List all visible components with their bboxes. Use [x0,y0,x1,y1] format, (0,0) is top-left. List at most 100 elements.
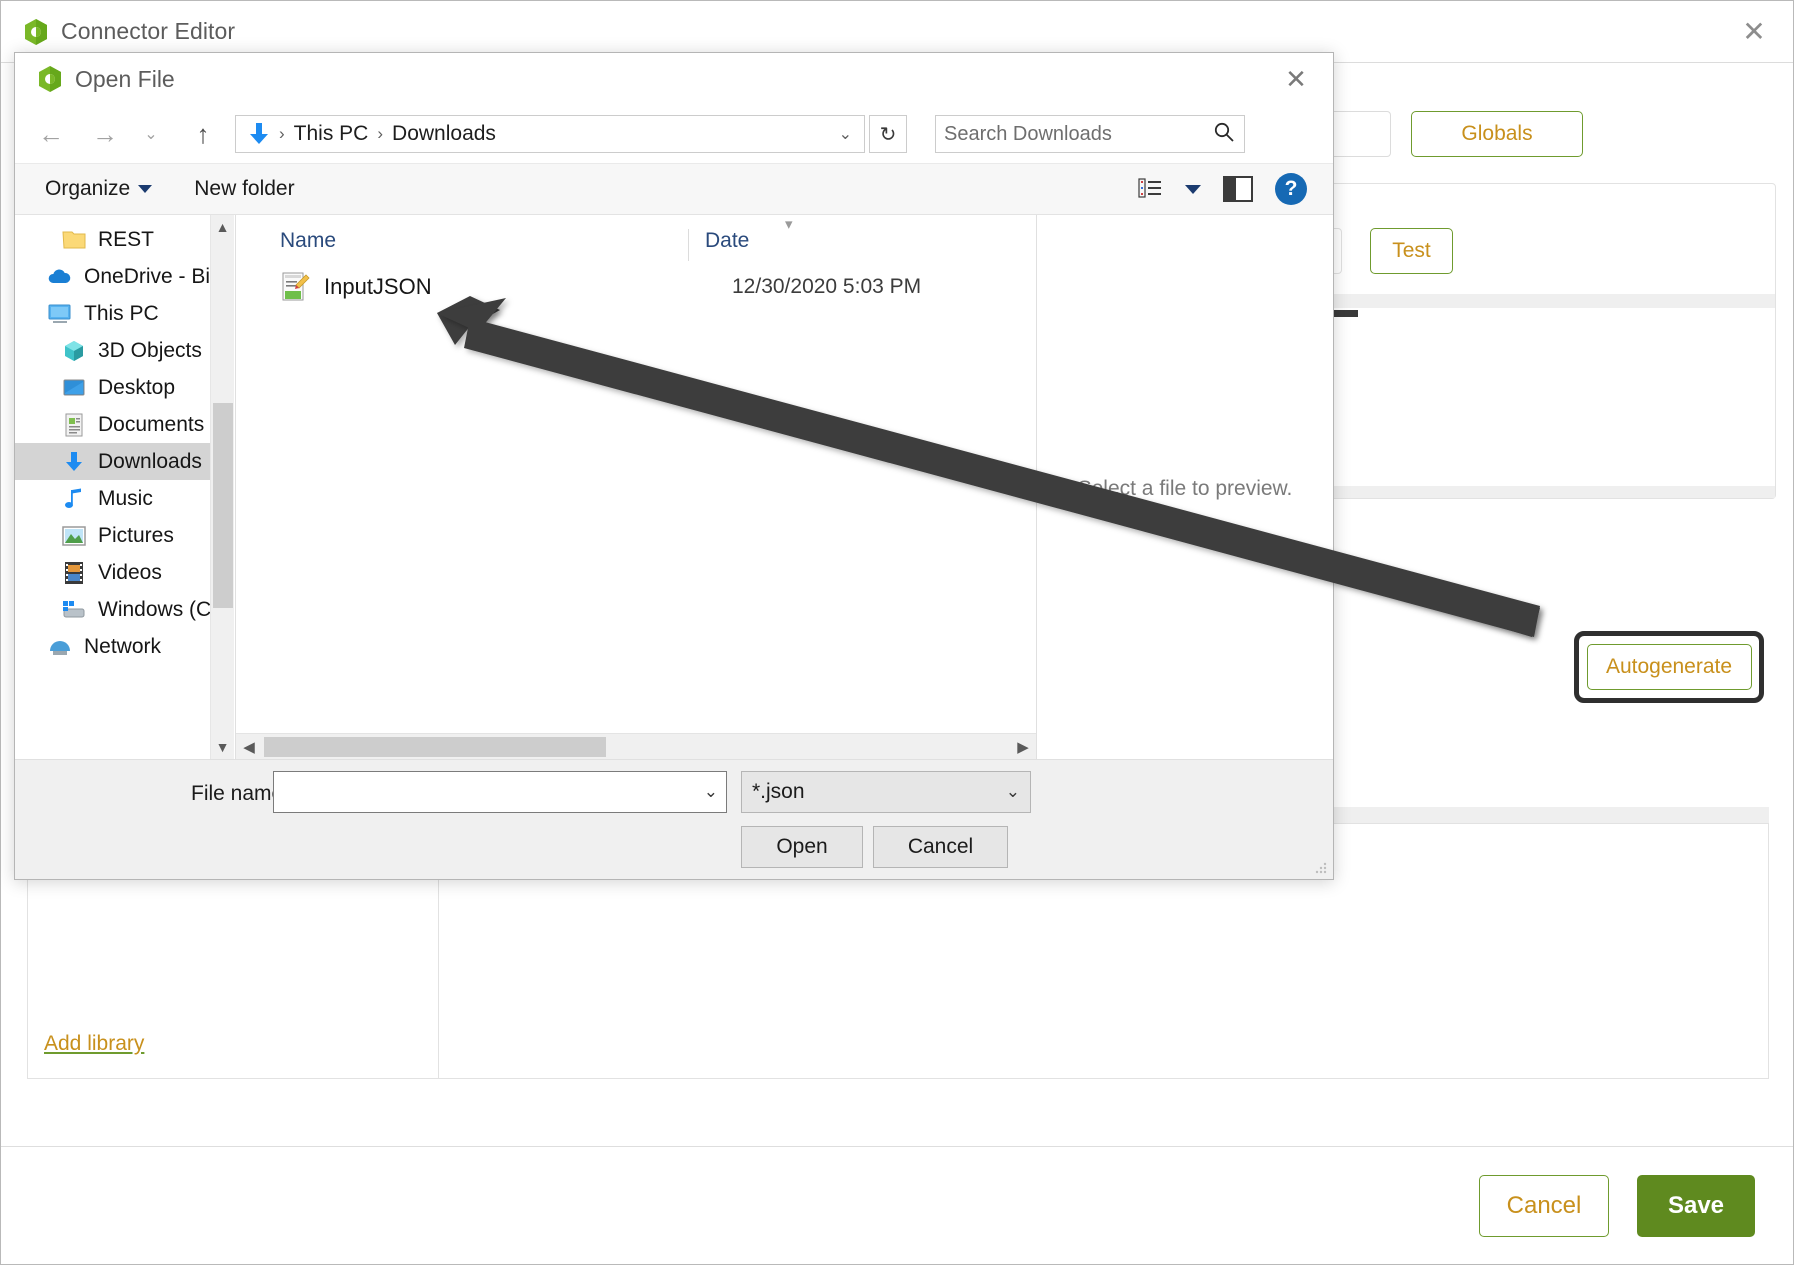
tree-item-label: Documents [98,412,205,436]
file-name-input[interactable]: ⌄ [273,771,727,813]
scroll-up-icon[interactable]: ▲ [211,215,234,239]
pictures-icon [61,523,87,549]
file-list-horizontal-scrollbar[interactable]: ◀ ▶ [236,733,1036,759]
tree-item-label: Desktop [98,375,176,399]
file-list-header: Name ▾ Date [236,215,1036,261]
dialog-commandbar: Organize New folder ? [15,163,1333,215]
tree-item-label: Pictures [98,523,174,547]
dialog-footer: File name: ⌄ *.json ⌄ Open Cancel [15,759,1333,879]
new-folder-button[interactable]: New folder [194,177,294,201]
view-layout-icon[interactable] [1137,176,1163,202]
folder-icon [61,227,87,253]
search-icon[interactable] [1212,120,1236,149]
tree-item-label: Network [84,634,162,658]
autogenerate-highlight: Autogenerate [1574,631,1764,703]
sort-indicator-icon: ▾ [785,216,793,233]
help-icon[interactable]: ? [1275,173,1307,205]
tree-item-3d-objects[interactable]: 3D Objects [15,332,210,369]
organize-menu-button[interactable]: Organize [45,177,153,201]
videos-icon [61,560,87,586]
tree-item-videos[interactable]: Videos [15,554,210,591]
chevron-down-icon[interactable]: ⌄ [704,782,718,802]
close-icon[interactable]: ✕ [1279,63,1313,97]
3d-objects-icon [61,338,87,364]
forward-icon[interactable]: → [87,116,123,152]
save-button[interactable]: Save [1637,1174,1755,1237]
breadcrumb[interactable]: › This PC › Downloads ⌄ [235,115,865,153]
search-input[interactable]: Search Downloads [935,115,1245,153]
file-type-value: *.json [752,780,805,803]
refresh-icon[interactable]: ↻ [869,115,907,153]
navigation-tree: REST OneDrive - Bizagi This PC [15,215,210,759]
tree-item-rest[interactable]: REST [15,221,210,258]
recent-locations-icon[interactable]: ⌄ [133,116,169,152]
test-button[interactable]: Test [1370,228,1453,274]
tree-item-label: 3D Objects [98,338,202,362]
tree-item-label: OneDrive - Bizagi [84,264,210,288]
open-file-dialog: Open File ✕ ← → ⌄ ↑ › This PC › Download… [14,52,1334,880]
close-icon[interactable]: ✕ [1737,17,1771,51]
preview-pane: Select a file to preview. [1036,215,1333,759]
dialog-titlebar: Open File ✕ [15,53,1333,105]
scroll-left-icon[interactable]: ◀ [236,738,262,756]
tree-item-desktop[interactable]: Desktop [15,369,210,406]
json-file-icon [280,271,310,303]
back-icon[interactable]: ← [33,116,69,152]
column-header-name[interactable]: Name [236,229,688,261]
breadcrumb-separator: › [279,124,285,143]
add-library-link[interactable]: Add library [44,1032,144,1056]
file-date: 12/30/2020 5:03 PM [732,275,922,298]
open-button[interactable]: Open [741,826,863,868]
cancel-button[interactable]: Cancel [1479,1174,1609,1237]
file-list: Name ▾ Date InputJSON 12/30/2020 5:03 PM… [235,215,1333,759]
network-icon [47,634,73,660]
tree-item-windows-c[interactable]: Windows (C:) [15,591,210,628]
cancel-button[interactable]: Cancel [873,826,1008,868]
downloads-icon [246,121,272,147]
nav-tree-scrollbar[interactable]: ▲ ▼ [210,215,234,759]
dialog-navbar: ← → ⌄ ↑ › This PC › Downloads ⌄ ↻ Search… [15,105,1333,163]
breadcrumb-item-this-pc[interactable]: This PC [288,122,375,146]
tree-item-label: REST [98,227,155,251]
column-header-date-label: Date [705,229,750,252]
organize-label: Organize [45,177,131,200]
chevron-down-icon[interactable] [1185,184,1201,194]
page-title: Connector Editor [61,18,236,44]
scroll-right-icon[interactable]: ▶ [1010,738,1036,756]
breadcrumb-item-downloads[interactable]: Downloads [386,122,502,146]
resize-grip-icon[interactable] [1314,861,1328,875]
tree-item-label: This PC [84,301,159,325]
breadcrumb-separator: › [377,124,384,143]
tree-item-label: Videos [98,560,162,584]
tree-item-downloads[interactable]: Downloads [15,443,210,480]
file-type-select[interactable]: *.json ⌄ [741,771,1031,813]
bizagi-logo-icon [37,65,63,93]
column-header-date[interactable]: ▾ Date [688,216,793,261]
preview-pane-icon[interactable] [1223,176,1253,202]
tree-item-this-pc[interactable]: This PC [15,295,210,332]
tree-item-music[interactable]: Music [15,480,210,517]
scrollbar-thumb[interactable] [264,737,606,757]
scroll-down-icon[interactable]: ▼ [211,735,234,759]
tree-item-documents[interactable]: Documents [15,406,210,443]
commandbar-right-group: ? [1137,173,1333,205]
preview-empty-message: Select a file to preview. [1077,477,1293,500]
drive-icon [61,597,87,623]
chevron-down-icon: ⌄ [1005,782,1020,801]
this-pc-icon [47,301,73,327]
globals-button[interactable]: Globals [1411,111,1583,157]
file-name: InputJSON [324,274,432,299]
dialog-content: REST OneDrive - Bizagi This PC [15,215,1333,759]
tree-item-onedrive[interactable]: OneDrive - Bizagi [15,258,210,295]
up-icon[interactable]: ↑ [185,116,221,152]
table-row[interactable]: InputJSON 12/30/2020 5:03 PM [236,265,1036,309]
chevron-down-icon[interactable]: ⌄ [839,124,856,144]
desktop-icon [61,375,87,401]
tree-item-network[interactable]: Network [15,628,210,665]
tree-item-pictures[interactable]: Pictures [15,517,210,554]
autogenerate-button[interactable]: Autogenerate [1586,644,1752,690]
search-placeholder: Search Downloads [944,122,1112,145]
scrollbar-thumb[interactable] [213,403,233,608]
downloads-icon [61,449,87,475]
bizagi-logo-icon [23,18,49,46]
